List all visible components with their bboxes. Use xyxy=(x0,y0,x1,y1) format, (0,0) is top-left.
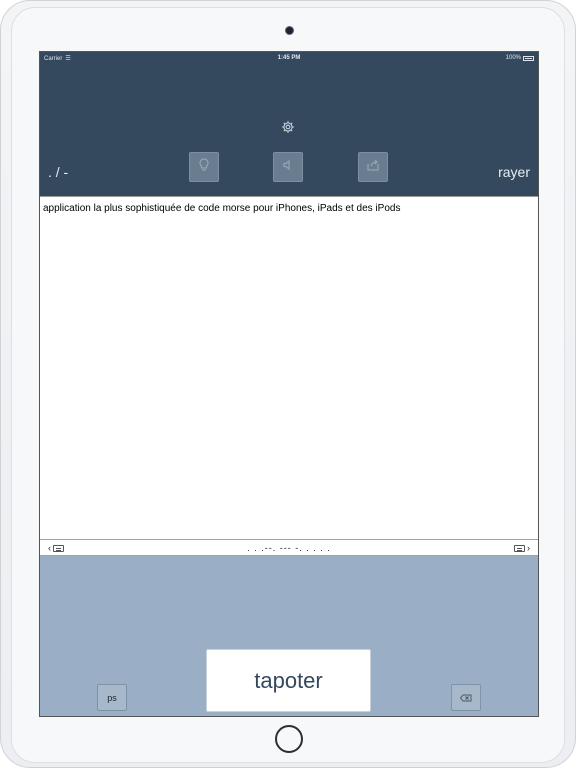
flashlight-button[interactable] xyxy=(189,152,219,182)
share-icon xyxy=(366,158,380,176)
device-frame: Carrier ☰ 1:45 PM 100% . / - rayer appli… xyxy=(0,0,576,768)
sound-button[interactable] xyxy=(273,152,303,182)
battery-icon xyxy=(523,55,534,61)
ps-button[interactable]: ps xyxy=(97,684,127,711)
gear-icon[interactable] xyxy=(280,119,296,135)
keyboard-panel: ps tapoter xyxy=(40,556,538,716)
status-time: 1:45 PM xyxy=(277,55,301,61)
lightbulb-icon xyxy=(198,157,210,177)
status-bar: Carrier ☰ 1:45 PM 100% xyxy=(40,52,538,66)
battery-percent: 100% xyxy=(505,55,521,61)
delete-icon xyxy=(459,689,472,707)
header-panel: Carrier ☰ 1:45 PM 100% . / - rayer xyxy=(40,52,538,196)
morse-output: . . .--. --- -. . . . . xyxy=(247,543,331,553)
morse-bar: ‹ . . .--. --- -. . . . . › xyxy=(40,539,538,556)
camera-dot xyxy=(285,26,294,35)
home-button[interactable] xyxy=(275,725,303,753)
delete-button[interactable] xyxy=(451,684,481,711)
speaker-icon xyxy=(282,158,294,176)
mode-toggle[interactable]: . / - xyxy=(48,164,68,180)
app-screen: Carrier ☰ 1:45 PM 100% . / - rayer appli… xyxy=(39,51,539,717)
keyboard-right-icon xyxy=(514,544,525,552)
text-editor[interactable]: application la plus sophistiquée de code… xyxy=(40,196,538,539)
editor-text: application la plus sophistiquée de code… xyxy=(43,203,401,214)
tap-button[interactable]: tapoter xyxy=(206,649,371,712)
clear-button[interactable]: rayer xyxy=(498,164,530,180)
keyboard-right-button[interactable]: › xyxy=(514,543,530,553)
share-button[interactable] xyxy=(358,152,388,182)
